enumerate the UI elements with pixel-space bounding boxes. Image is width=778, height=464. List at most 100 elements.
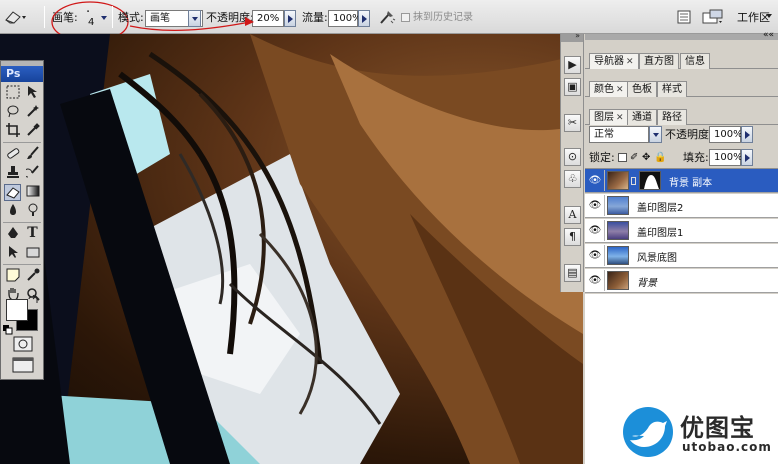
- move-tool-icon[interactable]: [24, 85, 41, 102]
- layer-opacity-input[interactable]: 100%: [709, 126, 743, 143]
- layer-row[interactable]: 👁 盖印图层2: [585, 194, 778, 218]
- lock-pixels-icon[interactable]: ✐: [630, 150, 638, 166]
- character-panel-icon[interactable]: A: [564, 206, 581, 224]
- paragraph-panel-icon[interactable]: ¶: [564, 228, 581, 246]
- screen-mode-icon[interactable]: [11, 357, 35, 373]
- eyedropper-slice-tool-icon[interactable]: [24, 123, 41, 140]
- notes-tool-icon[interactable]: [4, 268, 21, 285]
- erase-to-history-label: 抹到历史记录: [413, 12, 473, 23]
- panel-group-grip[interactable]: ««: [585, 30, 778, 40]
- tab-layers[interactable]: 图层 ✕: [589, 109, 629, 125]
- layer-row[interactable]: 👁 背景: [585, 269, 778, 293]
- eraser-tool-icon[interactable]: [4, 184, 21, 201]
- layer-name: 盖印图层2: [637, 203, 684, 214]
- blend-mode-dropdown-button[interactable]: [649, 126, 662, 143]
- tab-label: 颜色: [594, 84, 614, 95]
- tab-swatches[interactable]: 色板: [627, 81, 657, 97]
- close-icon[interactable]: ✕: [616, 85, 624, 95]
- swap-colors-icon[interactable]: [27, 294, 39, 307]
- actions-panel-icon[interactable]: ▶: [564, 56, 581, 74]
- ps-logo[interactable]: Ps: [1, 66, 43, 82]
- expand-icon[interactable]: »: [575, 31, 580, 40]
- tab-label: 样式: [662, 84, 682, 95]
- brushes-palette-icon[interactable]: [676, 9, 692, 25]
- layer-link-icon[interactable]: [631, 177, 636, 185]
- tab-label: 通道: [632, 112, 652, 123]
- close-icon[interactable]: ✕: [616, 113, 624, 123]
- fill-input[interactable]: 100%: [709, 149, 743, 166]
- quick-mask-icon[interactable]: [13, 336, 33, 352]
- tab-label: 图层: [594, 112, 614, 123]
- workspace-label[interactable]: 工作区: [737, 10, 770, 26]
- clone-source-panel-icon[interactable]: ♧: [564, 170, 581, 188]
- close-icon[interactable]: ✕: [626, 57, 634, 67]
- opacity-slider-button[interactable]: [284, 10, 296, 27]
- workspace-dropdown-icon[interactable]: [766, 14, 772, 18]
- watermark: 优图宝 utobao.com: [620, 398, 778, 464]
- history-panel-icon[interactable]: ▣: [564, 78, 581, 96]
- foreground-color-swatch[interactable]: [6, 299, 28, 321]
- brushes-panel-icon[interactable]: ⊙: [564, 148, 581, 166]
- pen-tool-icon[interactable]: [4, 226, 21, 243]
- tab-color[interactable]: 颜色 ✕: [589, 81, 629, 97]
- gradient-tool-icon[interactable]: [24, 184, 41, 201]
- lasso-tool-icon[interactable]: [4, 104, 21, 121]
- lock-all-icon[interactable]: 🔒: [654, 150, 666, 166]
- layer-row[interactable]: 👁 背景 副本: [585, 169, 778, 193]
- airbrush-icon[interactable]: [378, 8, 396, 24]
- fill-label: 填充:: [683, 151, 709, 164]
- layer-mask-thumbnail[interactable]: [639, 171, 661, 190]
- blur-tool-icon[interactable]: [4, 203, 21, 220]
- tab-paths[interactable]: 路径: [657, 109, 687, 125]
- flow-input[interactable]: 100%: [328, 10, 362, 27]
- lock-position-icon[interactable]: ✥: [642, 150, 650, 166]
- healing-brush-tool-icon[interactable]: [4, 146, 21, 163]
- tab-styles[interactable]: 样式: [657, 81, 687, 97]
- crop-tool-icon[interactable]: [4, 123, 21, 140]
- eye-icon[interactable]: 👁: [586, 270, 605, 291]
- tab-navigator[interactable]: 导航器 ✕: [589, 53, 639, 69]
- workspace-icon[interactable]: [702, 9, 724, 25]
- tab-channels[interactable]: 通道: [627, 109, 657, 125]
- history-checkbox[interactable]: [401, 13, 410, 22]
- tool-presets-panel-icon[interactable]: ✂: [564, 114, 581, 132]
- tab-info[interactable]: 信息: [680, 53, 710, 69]
- fill-slider-button[interactable]: [741, 149, 753, 166]
- magic-wand-tool-icon[interactable]: [24, 104, 41, 121]
- layer-opacity-label: 不透明度:: [665, 128, 713, 141]
- layer-opacity-slider-button[interactable]: [741, 126, 753, 143]
- eye-icon[interactable]: 👁: [586, 195, 605, 216]
- blend-mode-select[interactable]: 正常: [589, 126, 649, 143]
- history-brush-tool-icon[interactable]: [23, 165, 41, 182]
- eyedropper-tool-icon[interactable]: [24, 268, 41, 285]
- eye-icon[interactable]: 👁: [586, 220, 605, 241]
- flow-slider-button[interactable]: [358, 10, 370, 27]
- type-tool-icon[interactable]: T: [24, 225, 41, 242]
- layer-row[interactable]: 👁 盖印图层1: [585, 219, 778, 243]
- eye-icon[interactable]: 👁: [586, 245, 605, 266]
- toolbox-divider: [3, 222, 41, 223]
- clone-stamp-tool-icon[interactable]: [4, 165, 21, 182]
- tab-histogram[interactable]: 直方图: [639, 53, 679, 69]
- lock-label: 锁定:: [589, 151, 615, 164]
- layer-row[interactable]: 👁 风景底图: [585, 244, 778, 268]
- document-canvas[interactable]: [0, 34, 583, 464]
- collapse-icon[interactable]: ««: [763, 30, 774, 40]
- default-colors-icon[interactable]: [3, 323, 13, 335]
- eye-icon[interactable]: 👁: [586, 170, 605, 191]
- options-bar: 画笔: · 4 模式: 画笔 不透明度: 20% 流量: 100% 抹到历史记录…: [0, 0, 778, 43]
- navigator-tab-row: 导航器 ✕ 直方图 信息: [585, 52, 778, 69]
- canvas-photo: [0, 34, 583, 464]
- marquee-tool-icon[interactable]: [4, 85, 21, 102]
- layer-comps-panel-icon[interactable]: ▤: [564, 264, 581, 282]
- lock-transparency-icon[interactable]: [618, 153, 627, 162]
- path-selection-tool-icon[interactable]: [4, 245, 21, 262]
- layer-thumbnail: [607, 271, 629, 290]
- rectangle-tool-icon[interactable]: [24, 245, 41, 262]
- layer-thumbnail: [607, 221, 629, 240]
- dock-grip[interactable]: »: [561, 31, 583, 42]
- watermark-url: utobao.com: [682, 440, 772, 454]
- dodge-tool-icon[interactable]: [24, 203, 41, 220]
- brush-tool-icon[interactable]: [24, 146, 41, 163]
- eraser-tool-preset-icon[interactable]: [3, 9, 27, 25]
